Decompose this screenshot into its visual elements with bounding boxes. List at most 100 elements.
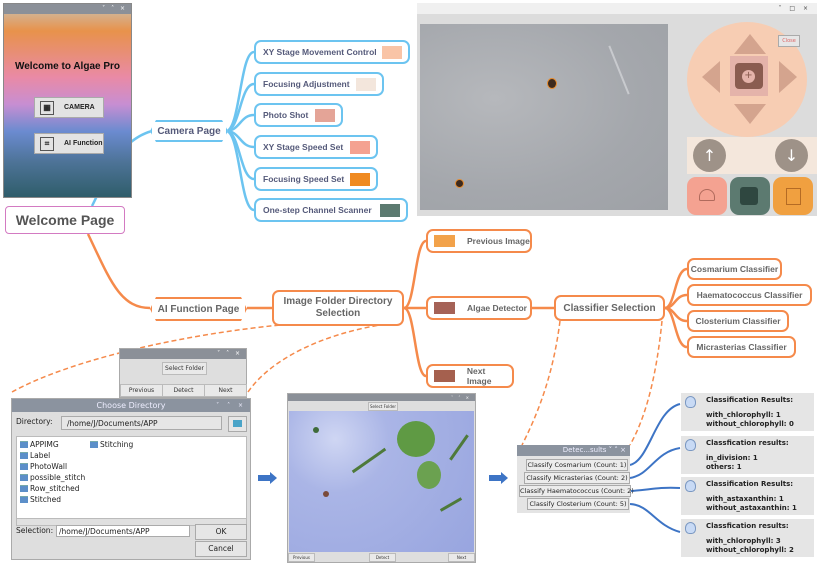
arrow-right-icon[interactable]: [779, 61, 797, 93]
select-folder-button[interactable]: Select Folder: [368, 402, 398, 411]
result-line: with_chlorophyll: 1: [706, 411, 781, 419]
closterium-cell: [351, 447, 387, 474]
classifier-selection-node: Classifier Selection: [554, 295, 665, 321]
results-title-text: Detec...sults: [562, 446, 607, 454]
focus-speed-button[interactable]: [773, 177, 813, 215]
feature-xy-stage-speed: XY Stage Speed Set: [254, 135, 378, 159]
folder-icon: [20, 463, 28, 470]
arrow-down-icon[interactable]: [734, 104, 766, 124]
ai-function-button[interactable]: ⌗ AI Function: [34, 133, 104, 154]
detect-button[interactable]: Detect: [162, 384, 205, 397]
folder-name: Label: [30, 451, 51, 460]
arrow-left-icon[interactable]: [702, 61, 720, 93]
plus-icon: +: [742, 70, 755, 83]
window-controls[interactable]: ˅ □ ×: [417, 3, 817, 14]
folder-item[interactable]: Stitched: [20, 495, 61, 504]
dialog-title: Choose Directory ˅ ˄ ×: [12, 399, 250, 412]
classifier-haematococcus: Haematococcus Classifier: [687, 284, 812, 306]
speed-set-button[interactable]: [687, 177, 727, 215]
cancel-button[interactable]: Cancel: [195, 541, 247, 557]
window-controls[interactable]: ˅ ˄ ×: [120, 349, 246, 359]
algae-cell: [456, 180, 463, 187]
selection-input[interactable]: /home/J/Documents/APP: [56, 525, 190, 537]
camera-button[interactable]: ▦ CAMERA: [34, 97, 104, 118]
color-swatch: [434, 302, 455, 314]
puzzle-icon: [740, 187, 758, 205]
result-line: without_astaxanthin: 1: [706, 504, 797, 512]
folder-item[interactable]: APPIMG: [20, 440, 59, 449]
folder-name: PhotoWall: [30, 462, 68, 471]
camera-scene-icon: ▦: [40, 100, 54, 115]
close-button[interactable]: Close: [778, 35, 800, 47]
camera-button-label: CAMERA: [64, 104, 95, 111]
feature-channel-scanner: One-step Channel Scanner: [254, 198, 408, 222]
folder-icon: [20, 452, 28, 459]
color-swatch: [434, 235, 455, 247]
folder-item[interactable]: Label: [20, 451, 50, 460]
closterium-cell: [449, 434, 469, 461]
detector-window: ˅ ˄ × Select Folder Previous Detect Next: [287, 393, 476, 563]
camera-window: ˅ □ × + Close ↑ ↓: [417, 3, 817, 216]
result-header: Classfication results:: [706, 522, 789, 530]
result-line: with_astaxanthin: 1: [706, 495, 784, 503]
classify-closterium-button[interactable]: Classify Closterium (Count: 5): [527, 498, 629, 510]
result-header: Classfication results:: [706, 439, 789, 447]
channel-scanner-button[interactable]: [730, 177, 770, 215]
result-line: without_chlorophyll: 0: [706, 420, 794, 428]
select-folder-button[interactable]: Select Folder: [162, 362, 207, 375]
color-swatch: [315, 108, 335, 122]
selection-label: Selection:: [16, 526, 54, 535]
feature-photo-shot: Photo Shot: [254, 103, 343, 127]
dialog-title-text: Choose Directory: [96, 401, 166, 410]
ok-button[interactable]: OK: [195, 524, 247, 540]
ai-scan-icon: ⌗: [40, 136, 54, 151]
next-button[interactable]: Next: [204, 384, 247, 397]
window-controls[interactable]: ˅ ˄ ×: [288, 394, 475, 401]
folder-icon: [90, 441, 98, 448]
feature-label: Focusing Adjustment: [263, 79, 350, 89]
image-folder-node: Image Folder Directory Selection: [272, 290, 404, 326]
folder-name: Stitching: [100, 440, 134, 449]
folder-list: APPIMG Label PhotoWall possible_stitch R…: [16, 436, 247, 520]
folder-item[interactable]: Stitching: [90, 440, 133, 449]
classify-cosmarium-button[interactable]: Classify Cosmarium (Count: 1): [526, 459, 628, 471]
folder-item[interactable]: PhotoWall: [20, 462, 67, 471]
window-controls[interactable]: ˅ ˄ ×: [4, 4, 131, 14]
classification-result-cosmarium: Classification Results: with_chlorophyll…: [681, 393, 814, 431]
closterium-cell: [439, 497, 463, 512]
cosmarium-cell: [313, 427, 319, 433]
color-swatch: [350, 172, 370, 186]
feature-label: Next Image: [466, 366, 492, 386]
folder-icon: [20, 441, 28, 448]
color-swatch: [434, 370, 455, 382]
folder-item[interactable]: Row_stitched: [20, 484, 79, 493]
directory-label: Directory:: [16, 417, 53, 426]
ai-function-button-label: AI Function: [64, 140, 103, 147]
detection-results-window: Detec...sults ˅ ˄ × Classify Cosmarium (…: [517, 445, 634, 513]
folder-item[interactable]: possible_stitch: [20, 473, 85, 482]
result-line: in_division: 1: [706, 454, 758, 462]
map-icon: [786, 188, 801, 205]
ai-main-window: ˅ ˄ × Select Folder Previous Detect Next: [119, 348, 247, 398]
micrasterias-cell: [397, 421, 435, 457]
new-folder-button[interactable]: [228, 416, 247, 432]
window-controls[interactable]: ˅ ˄ ×: [216, 399, 246, 412]
feature-xy-stage-movement: XY Stage Movement Control: [254, 40, 410, 64]
previous-button[interactable]: Previous: [120, 384, 163, 397]
focus-up-button[interactable]: ↑: [693, 139, 726, 172]
classify-micrasterias-button[interactable]: Classify Micrasterias (Count: 2): [524, 472, 630, 484]
directory-combobox[interactable]: /home/J/Documents/APP: [61, 416, 222, 430]
arrow-up-icon[interactable]: [734, 34, 766, 54]
classification-result-haematococcus: Classification Results: with_astaxanthin…: [681, 477, 814, 515]
welcome-title: Welcome to Algae Pro: [14, 61, 121, 72]
classify-haematococcus-button[interactable]: Classify Haematococcus (Count: 2): [519, 485, 634, 497]
folder-icon: [20, 485, 28, 492]
focus-down-button[interactable]: ↓: [775, 139, 808, 172]
feature-label: XY Stage Speed Set: [263, 142, 344, 152]
color-swatch: [350, 140, 370, 154]
folder-icon: [20, 474, 28, 481]
feature-label: Previous Image: [467, 236, 530, 246]
folder-name: APPIMG: [30, 440, 59, 449]
color-swatch: [380, 203, 400, 217]
result-header: Classification Results:: [706, 480, 794, 488]
